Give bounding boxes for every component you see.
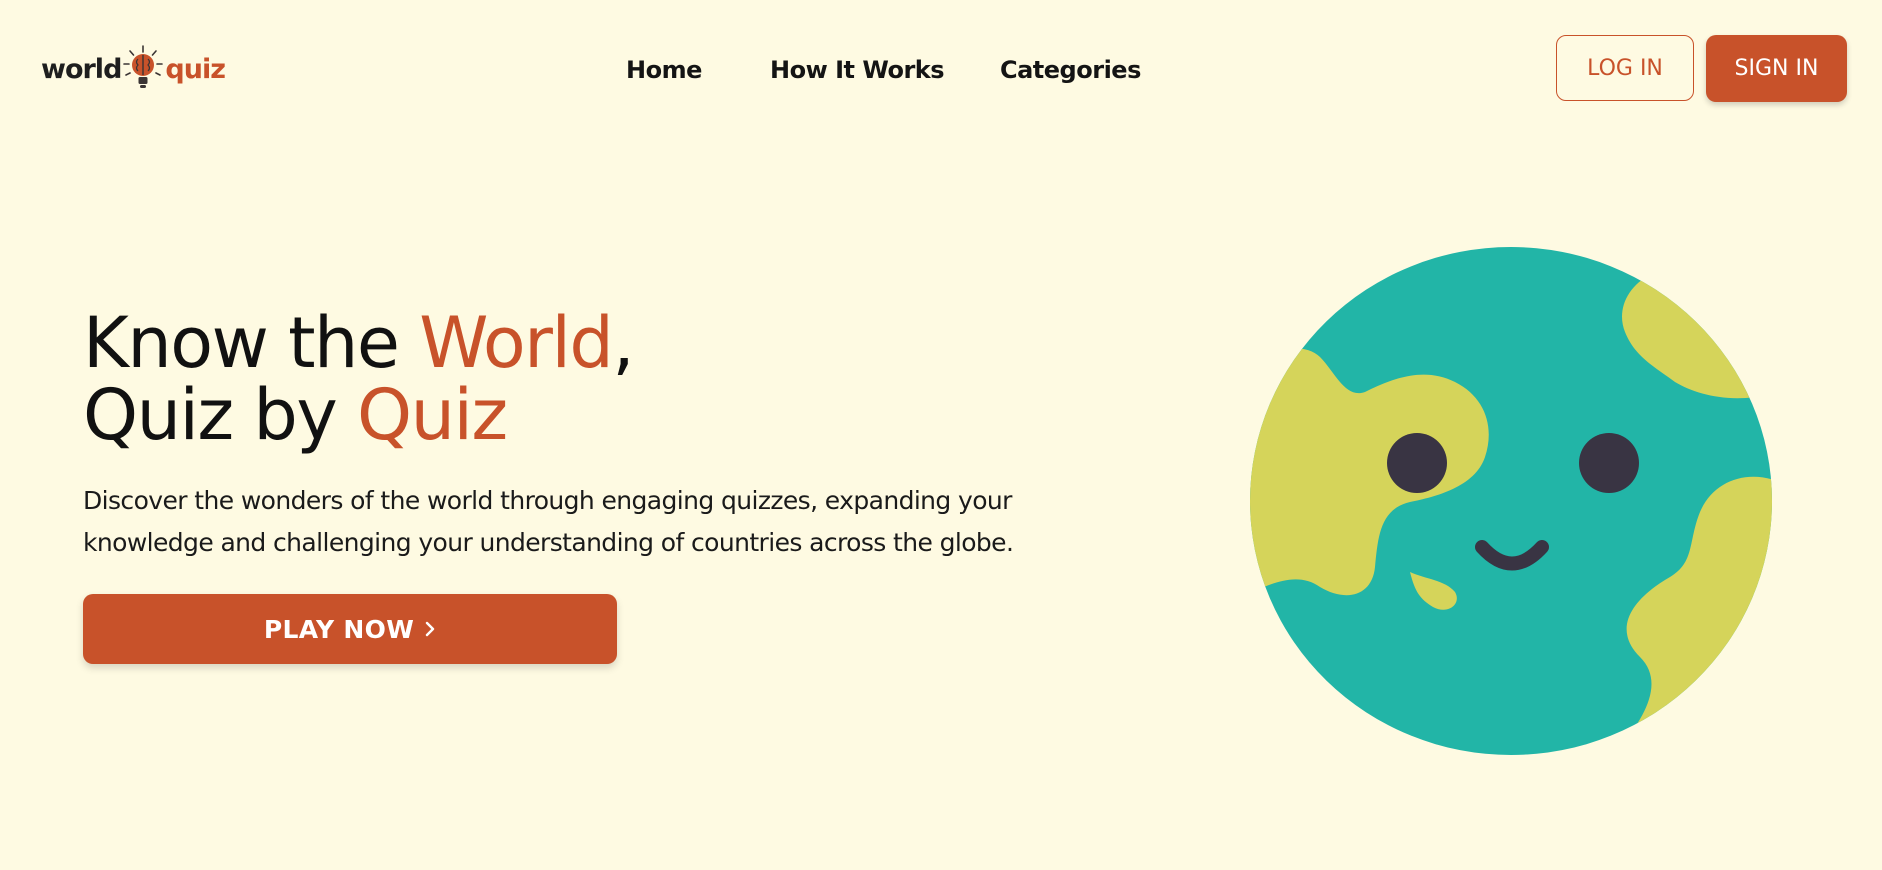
globe-eye-right — [1579, 433, 1639, 493]
play-now-label: PLAY NOW — [263, 614, 415, 644]
brand-word-quiz: quiz — [165, 53, 226, 85]
signin-button[interactable]: SIGN IN — [1706, 35, 1847, 102]
smiling-globe-illustration — [1250, 247, 1772, 755]
hero-title-line2-pre: Quiz by — [83, 374, 358, 456]
main-nav: Home How It Works Categories — [580, 50, 1180, 90]
nav-home[interactable]: Home — [626, 50, 702, 90]
hero-description: Discover the wonders of the world throug… — [83, 486, 1014, 557]
login-button[interactable]: LOG IN — [1556, 35, 1694, 101]
globe-eye-left — [1387, 433, 1447, 493]
hero-title-accent-quiz: Quiz — [357, 374, 508, 456]
lightbulb-brain-icon — [123, 45, 164, 88]
chevron-right-icon — [425, 621, 435, 637]
play-now-button[interactable]: PLAY NOW — [83, 594, 617, 664]
nav-categories[interactable]: Categories — [1000, 50, 1141, 90]
hero-title-line1-pre: Know the — [83, 302, 420, 384]
hero-title: Know the World, Quiz by Quiz — [83, 307, 635, 451]
nav-how-it-works[interactable]: How It Works — [770, 50, 945, 90]
hero-title-line1-post: , — [612, 302, 634, 384]
brand-logo[interactable]: world quiz — [41, 44, 226, 94]
brand-word-world: world — [41, 53, 122, 85]
hero-title-accent-world: World — [419, 302, 614, 384]
